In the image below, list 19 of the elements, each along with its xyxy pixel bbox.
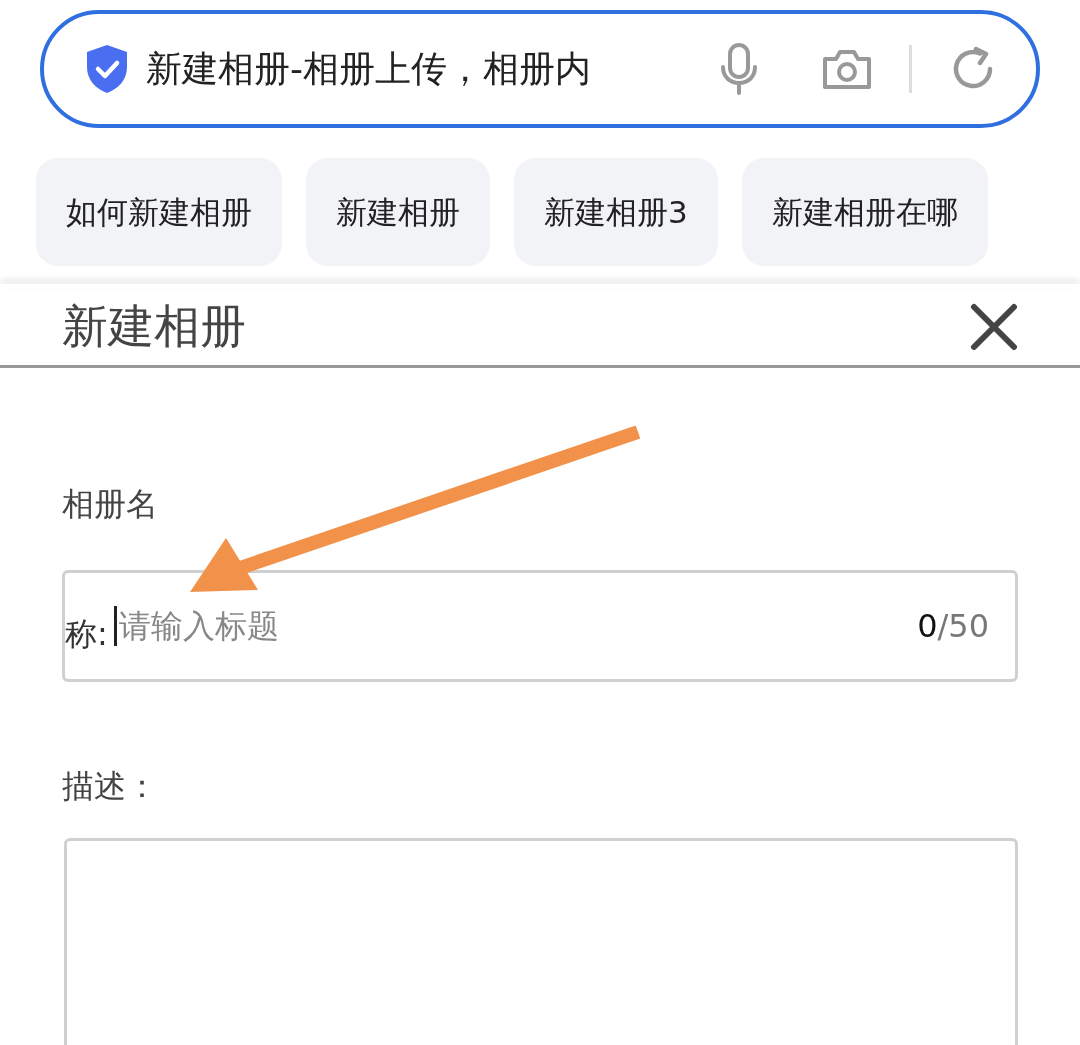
input-field[interactable]: 称: 请输入标题 0/50 — [62, 570, 1018, 682]
microphone-icon[interactable] — [719, 43, 759, 95]
suggestion-chip[interactable]: 新建相册 — [306, 158, 490, 266]
close-icon[interactable] — [970, 302, 1018, 351]
text-cursor — [113, 606, 117, 646]
field-label: 描述： — [62, 766, 158, 807]
field-label: 相册名 — [62, 484, 158, 525]
search-bar[interactable]: 新建相册-相册上传，相册内 — [40, 10, 1040, 128]
search-query: 新建相册-相册上传，相册内 — [146, 47, 592, 91]
char-limit: /50 — [937, 606, 989, 647]
title-input[interactable]: 请输入标题 — [118, 602, 918, 650]
suggestion-chip[interactable]: 新建相册3 — [514, 158, 718, 266]
camera-icon[interactable] — [821, 47, 873, 91]
label-text: 称: — [65, 614, 108, 655]
suggestion-chip[interactable]: 如何新建相册 — [36, 158, 282, 266]
dialog-title: 新建相册 — [62, 298, 246, 355]
suggestion-chip[interactable]: 新建相册在哪 — [741, 158, 988, 266]
shield-icon — [84, 43, 130, 95]
char-count: 0 — [917, 606, 938, 647]
